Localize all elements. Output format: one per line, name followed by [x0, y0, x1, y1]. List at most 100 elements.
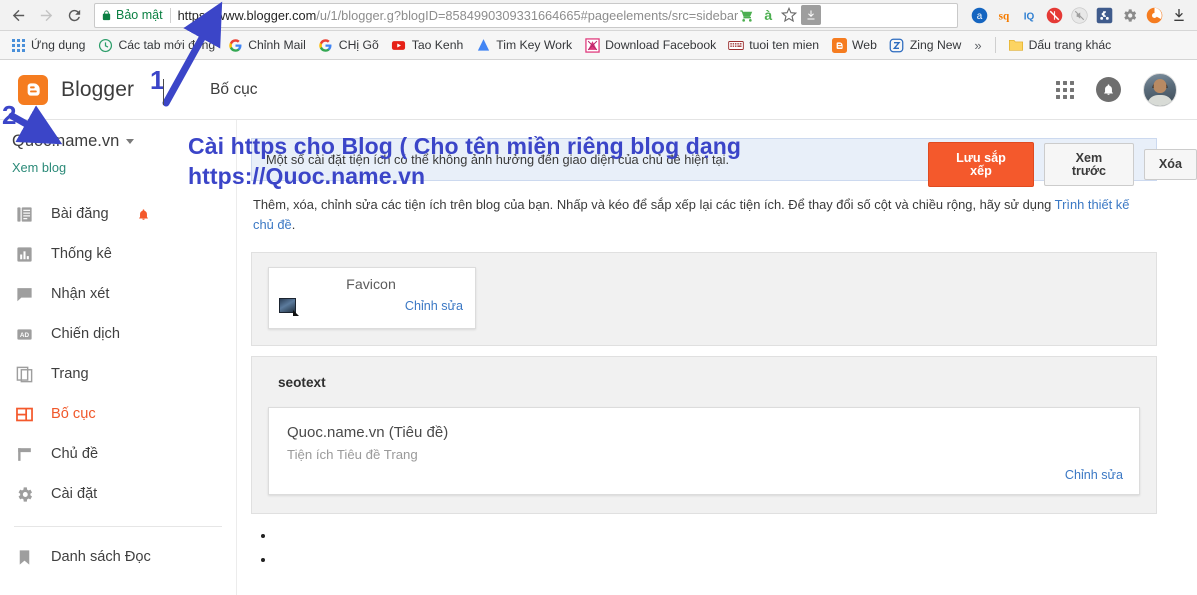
back-arrow-icon[interactable] — [4, 1, 32, 29]
user-avatar[interactable] — [1143, 72, 1177, 107]
bookmark-chi-go[interactable]: CHị Gõ — [312, 34, 385, 56]
sidebar-item-label: Chủ đề — [51, 446, 99, 462]
sidebar-item-posts[interactable]: Bài đăng — [0, 194, 236, 234]
seotext-section-label: seotext — [278, 375, 326, 391]
zing-icon — [889, 37, 905, 53]
sidebar-item-stats[interactable]: Thống kê — [0, 234, 236, 274]
bookmark-label: Download Facebook — [605, 38, 717, 52]
svg-text:a: a — [976, 11, 982, 22]
tab-bo-cuc[interactable]: Bố cục — [210, 81, 257, 99]
moz-icon[interactable] — [1144, 5, 1164, 25]
bookmark-zing-new[interactable]: Zing New — [883, 34, 967, 56]
bell-icon[interactable] — [1096, 77, 1121, 102]
bookmark-label: Các tab mới đóng — [118, 38, 216, 52]
adblock-icon[interactable] — [1044, 5, 1064, 25]
seotext-section: seotext Quoc.name.vn (Tiêu đề) Tiện ích … — [251, 356, 1157, 515]
blogger-icon — [831, 37, 847, 53]
youtube-icon — [391, 37, 407, 53]
bookmark-label: Chỉnh Mail — [248, 38, 306, 52]
list-item — [275, 528, 1157, 542]
svg-text:AD: AD — [20, 331, 30, 338]
download-icon[interactable] — [801, 5, 822, 25]
gear-icon[interactable] — [1119, 5, 1139, 25]
mute-icon[interactable] — [1069, 5, 1089, 25]
bookmark-tim-key-work[interactable]: Tim Key Work — [469, 34, 578, 56]
sidebar-item-pages[interactable]: Trang — [0, 354, 236, 394]
sidebar-item-theme[interactable]: Chủ đề — [0, 434, 236, 474]
address-bar[interactable]: Bảo mật https://www.blogger.com/u/1/blog… — [94, 2, 958, 28]
bookmark-label: Zing New — [909, 38, 962, 52]
history-icon — [97, 37, 113, 53]
security-label: Bảo mật — [116, 8, 163, 22]
sidebar-item-label: Bố cục — [51, 406, 96, 422]
analytics-icon — [475, 37, 491, 53]
sidebar-nav: Bài đăng Thống kê Nhận xét AD Chiến dịch… — [0, 194, 236, 577]
main-content: Một số cài đặt tiện ích có thể không ảnh… — [237, 120, 1197, 595]
bookmark-web[interactable]: Web — [825, 34, 883, 56]
seoquake-icon[interactable]: sq — [994, 5, 1014, 25]
a-accent-icon[interactable]: à — [759, 6, 777, 24]
description-text-after: . — [291, 217, 296, 233]
view-blog-link[interactable]: Xem blog — [0, 151, 236, 175]
puzzle-icon[interactable] — [1094, 5, 1114, 25]
other-bookmarks-folder[interactable]: Dấu trang khác — [1002, 34, 1118, 56]
blogger-logo[interactable] — [18, 74, 48, 105]
bullet-list — [251, 514, 1157, 566]
apps-grid-icon — [10, 37, 26, 53]
favicon-section: Favicon Chỉnh sửa — [251, 252, 1157, 347]
google-g-icon — [318, 37, 334, 53]
svg-text:sq: sq — [999, 11, 1010, 23]
sidebar-item-campaigns[interactable]: AD Chiến dịch — [0, 314, 236, 354]
page-title-widget-title: Quoc.name.vn (Tiêu đề) — [287, 424, 449, 442]
sidebar-item-reading-list[interactable]: Danh sách Đọc — [0, 537, 236, 577]
sidebar-item-layout[interactable]: Bố cục — [0, 394, 236, 434]
layout-icon — [14, 404, 35, 425]
iq-icon[interactable]: IQ — [1019, 5, 1039, 25]
favicon-thumbnail-icon — [279, 298, 299, 317]
blog-selector[interactable]: Quoc.name.vn — [0, 132, 236, 151]
bookmark-label: Dấu trang khác — [1028, 38, 1112, 52]
url-text[interactable]: https://www.blogger.com/u/1/blogger.g?bl… — [178, 8, 739, 23]
bookmarks-overflow-button[interactable]: » — [967, 38, 988, 53]
sidebar-divider — [14, 526, 222, 527]
brand-name: Blogger — [61, 77, 135, 101]
sidebar-item-label: Nhận xét — [51, 286, 110, 302]
keyboard-icon — [728, 37, 745, 53]
lock-icon — [101, 9, 112, 22]
sidebar-item-label: Thống kê — [51, 246, 112, 262]
favicon-edit-link[interactable]: Chỉnh sửa — [405, 299, 463, 313]
reload-icon[interactable] — [60, 1, 88, 29]
bookmarks-bar: Ứng dụng Các tab mới đóng Chỉnh Mail CHị… — [0, 31, 1197, 60]
sidebar-item-comments[interactable]: Nhận xét — [0, 274, 236, 314]
star-icon[interactable] — [780, 6, 798, 24]
download-arrow-icon[interactable] — [1169, 5, 1189, 25]
omnibox-divider — [169, 7, 171, 23]
extension-icons: a sq IQ — [961, 5, 1193, 25]
page-title-widget[interactable]: Quoc.name.vn (Tiêu đề) Tiện ích Tiêu đề … — [268, 407, 1140, 496]
clear-button[interactable]: Xóa — [1143, 149, 1197, 180]
page-title-edit-link[interactable]: Chỉnh sửa — [1065, 468, 1123, 482]
alexa-icon[interactable]: a — [969, 5, 989, 25]
layout-action-buttons: Lưu sắp xếp Xem trước Xóa — [928, 142, 1197, 188]
ad-icon: AD — [14, 324, 35, 345]
favicon-widget[interactable]: Favicon Chỉnh sửa — [268, 267, 476, 330]
bell-icon[interactable] — [137, 208, 150, 221]
bookmark-download-facebook[interactable]: Download Facebook — [578, 34, 722, 56]
cart-icon[interactable] — [738, 6, 756, 24]
bookmark-tuoi-ten-mien[interactable]: tuoi ten mien — [722, 34, 825, 56]
bookmark-recent-tabs[interactable]: Các tab mới đóng — [91, 34, 221, 56]
apps-grid-icon[interactable] — [1056, 80, 1074, 99]
bookmark-label: tuoi ten mien — [749, 38, 820, 52]
bookmark-label: Ứng dụng — [31, 38, 86, 52]
svg-text:IQ: IQ — [1024, 11, 1035, 22]
save-button[interactable]: Lưu sắp xếp — [928, 142, 1034, 188]
preview-button[interactable]: Xem trước — [1043, 143, 1134, 187]
pages-icon — [14, 364, 35, 385]
bookmark-apps[interactable]: Ứng dụng — [4, 34, 91, 56]
bookmark-tao-kenh[interactable]: Tao Kenh — [385, 34, 470, 56]
sidebar-item-settings[interactable]: Cài đặt — [0, 474, 236, 514]
browser-chrome: Bảo mật https://www.blogger.com/u/1/blog… — [0, 0, 1197, 595]
bookmark-label: CHị Gõ — [338, 38, 379, 52]
facebook-download-icon — [584, 37, 600, 53]
bookmark-chinh-mail[interactable]: Chỉnh Mail — [221, 34, 312, 56]
